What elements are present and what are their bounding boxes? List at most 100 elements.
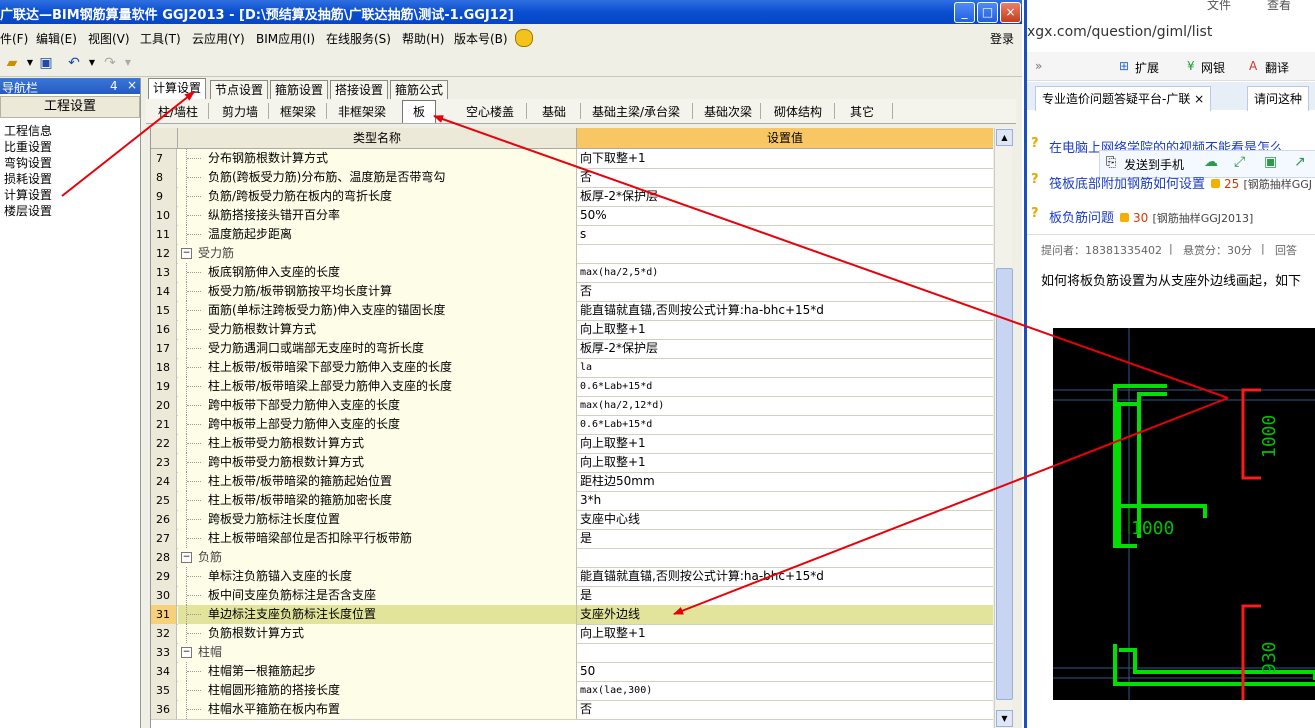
setting-value-cell[interactable]: 否 <box>577 700 993 719</box>
grid-row[interactable]: 13 板底钢筋伸入支座的长度 max(ha/2,5*d) <box>151 263 993 283</box>
collapse-icon[interactable]: − <box>181 552 192 563</box>
scroll-down-icon[interactable]: ▼ <box>996 710 1013 727</box>
setting-value-cell[interactable]: 是 <box>577 529 993 548</box>
grid-row[interactable]: 31 单边标注支座负筋标注长度位置 支座外边线 <box>151 605 993 625</box>
question-title[interactable]: 板负筋问题 <box>1049 211 1114 226</box>
menu-bim[interactable]: BIM应用(I) <box>256 30 315 47</box>
menu-version[interactable]: 版本号(B) <box>454 30 508 47</box>
setting-value-cell[interactable]: 向下取整+1 <box>577 149 993 168</box>
setting-value-cell[interactable]: 支座中心线 <box>577 510 993 529</box>
setting-value-cell[interactable]: la <box>577 358 993 377</box>
setting-name-cell[interactable]: 跨中板带下部受力筋伸入支座的长度 <box>178 396 577 415</box>
nav-item-density[interactable]: 比重设置 <box>4 138 52 155</box>
grid-row[interactable]: 26 跨板受力筋标注长度位置 支座中心线 <box>151 510 993 530</box>
browser-menu-view[interactable]: 查看 <box>1267 0 1291 13</box>
setting-name-cell[interactable]: 跨中板带受力筋根数计算方式 <box>178 453 577 472</box>
address-text[interactable]: xgx.com/question/giml/list <box>1027 24 1212 40</box>
setting-name-cell[interactable]: − 受力筋 <box>178 244 577 263</box>
subtab-hollow-floor[interactable]: 空心楼盖 <box>466 103 514 120</box>
open-folder-icon[interactable]: ▰ <box>4 55 20 71</box>
tab-lap-settings[interactable]: 搭接设置 <box>330 80 389 99</box>
setting-name-cell[interactable]: − 柱帽 <box>178 643 577 662</box>
grid-row[interactable]: 35 柱帽圆形箍筋的搭接长度 max(lae,300) <box>151 681 993 701</box>
nav-close-icon[interactable]: × <box>127 78 137 92</box>
nav-item-hook[interactable]: 弯钩设置 <box>4 154 52 171</box>
grid-row[interactable]: 36 柱帽水平箍筋在板内布置 否 <box>151 700 993 720</box>
setting-value-cell[interactable]: max(ha/2,12*d) <box>577 396 993 415</box>
subtab-other[interactable]: 其它 <box>850 103 874 120</box>
browser-menu-file[interactable]: 文件 <box>1207 0 1231 13</box>
subtab-slab[interactable]: 板 <box>402 100 437 123</box>
menu-view[interactable]: 视图(V) <box>88 30 130 47</box>
subtab-foundation-main-beam[interactable]: 基础主梁/承台梁 <box>592 103 680 120</box>
grid-row[interactable]: 19 柱上板带/板带暗梁上部受力筋伸入支座的长度 0.6*Lab+15*d <box>151 377 993 397</box>
menu-online[interactable]: 在线服务(S) <box>326 30 391 47</box>
setting-name-cell[interactable]: 柱上板带/板带暗梁下部受力筋伸入支座的长度 <box>178 358 577 377</box>
setting-value-cell[interactable]: 支座外边线 <box>577 605 993 624</box>
vertical-scrollbar[interactable]: ▲ ▼ <box>994 128 1013 728</box>
expand-icon[interactable]: ⤢ <box>1234 154 1245 170</box>
grid-row[interactable]: 25 柱上板带/板带暗梁的箍筋加密长度 3*h <box>151 491 993 511</box>
setting-value-cell[interactable]: 向上取整+1 <box>577 453 993 472</box>
setting-name-cell[interactable]: 受力筋根数计算方式 <box>178 320 577 339</box>
subtab-column[interactable]: 柱/墙柱 <box>158 103 198 120</box>
close-button[interactable]: × <box>1000 2 1021 23</box>
grid-row[interactable]: 11 温度筋起步距离 s <box>151 225 993 245</box>
extension-icon[interactable]: ⊞ <box>1119 59 1129 73</box>
menu-cloud[interactable]: 云应用(Y) <box>192 30 245 47</box>
grid-row[interactable]: 27 柱上板带暗梁部位是否扣除平行板带筋 是 <box>151 529 993 549</box>
grid-row[interactable]: 15 面筋(单标注跨板受力筋)伸入支座的锚固长度 能直锚就直锚,否则按公式计算:ha… <box>151 301 993 321</box>
address-bar[interactable]: xgx.com/question/giml/list <box>1027 24 1315 46</box>
setting-value-cell[interactable]: 向上取整+1 <box>577 624 993 643</box>
send-to-phone-button[interactable]: 发送到手机 <box>1124 156 1184 173</box>
subtab-non-frame-beam[interactable]: 非框架梁 <box>338 103 386 120</box>
grid-row[interactable]: 18 柱上板带/板带暗梁下部受力筋伸入支座的长度 la <box>151 358 993 378</box>
grid-row[interactable]: 20 跨中板带下部受力筋伸入支座的长度 max(ha/2,12*d) <box>151 396 993 416</box>
nav-item-loss[interactable]: 损耗设置 <box>4 170 52 187</box>
setting-name-cell[interactable]: 板底钢筋伸入支座的长度 <box>178 263 577 282</box>
scroll-up-icon[interactable]: ▲ <box>996 129 1013 146</box>
setting-name-cell[interactable]: 柱上板带暗梁部位是否扣除平行板带筋 <box>178 529 577 548</box>
grid-group-row[interactable]: 12− 受力筋 <box>151 244 993 264</box>
setting-name-cell[interactable]: 板受力筋/板带钢筋按平均长度计算 <box>178 282 577 301</box>
share-icon[interactable]: ↗ <box>1294 154 1306 170</box>
grid-row[interactable]: 32 负筋根数计算方式 向上取整+1 <box>151 624 993 644</box>
grid-row[interactable]: 9 负筋/跨板受力筋在板内的弯折长度 板厚-2*保护层 <box>151 187 993 207</box>
setting-name-cell[interactable]: 柱帽圆形箍筋的搭接长度 <box>178 681 577 700</box>
grid-row[interactable]: 24 柱上板带/板带暗梁的箍筋起始位置 距柱边50mm <box>151 472 993 492</box>
grid-group-row[interactable]: 28− 负筋 <box>151 548 993 568</box>
question-title[interactable]: 筏板底部附加钢筋如何设置 <box>1049 177 1205 192</box>
setting-name-cell[interactable]: 受力筋遇洞口或端部无支座时的弯折长度 <box>178 339 577 358</box>
browser-tab-active[interactable]: 专业造价问题答疑平台-广联 × <box>1035 86 1212 111</box>
translate-button[interactable]: 翻译 <box>1265 59 1289 76</box>
setting-value-cell[interactable]: 否 <box>577 282 993 301</box>
setting-name-cell[interactable]: 单边标注支座负筋标注长度位置 <box>178 605 577 624</box>
save-icon[interactable]: ▣ <box>38 55 54 71</box>
helper-face-icon[interactable] <box>515 29 533 47</box>
setting-name-cell[interactable]: 跨中板带上部受力筋伸入支座的长度 <box>178 415 577 434</box>
grid-row[interactable]: 10 纵筋搭接接头错开百分率 50% <box>151 206 993 226</box>
setting-value-cell[interactable]: max(ha/2,5*d) <box>577 263 993 282</box>
grid-row[interactable]: 17 受力筋遇洞口或端部无支座时的弯折长度 板厚-2*保护层 <box>151 339 993 359</box>
grid-group-row[interactable]: 33− 柱帽 <box>151 643 993 663</box>
more-icon[interactable]: » <box>1035 59 1042 73</box>
menu-tools[interactable]: 工具(T) <box>140 30 181 47</box>
collapse-icon[interactable]: − <box>181 647 192 658</box>
tab-stirrup-formula[interactable]: 箍筋公式 <box>390 80 449 99</box>
subtab-shear-wall[interactable]: 剪力墙 <box>222 103 258 120</box>
setting-name-cell[interactable]: 柱上板带/板带暗梁的箍筋加密长度 <box>178 491 577 510</box>
setting-value-cell[interactable]: 50 <box>577 662 993 681</box>
setting-name-cell[interactable]: 负筋根数计算方式 <box>178 624 577 643</box>
grid-row[interactable]: 23 跨中板带受力筋根数计算方式 向上取整+1 <box>151 453 993 473</box>
open-dropdown-icon[interactable]: ▼ <box>22 55 38 71</box>
save-page-icon[interactable]: ▣ <box>1264 154 1277 170</box>
setting-name-cell[interactable]: 柱上板带/板带暗梁的箍筋起始位置 <box>178 472 577 491</box>
cloud-icon[interactable]: ☁ <box>1204 154 1218 170</box>
tab-calc-settings[interactable]: 计算设置 <box>148 78 207 99</box>
maximize-button[interactable]: □ <box>977 2 998 23</box>
nav-section-header[interactable]: 工程设置 <box>0 96 140 118</box>
subtab-foundation-secondary-beam[interactable]: 基础次梁 <box>704 103 752 120</box>
setting-name-cell[interactable]: 柱帽水平箍筋在板内布置 <box>178 700 577 719</box>
extension-button[interactable]: 扩展 <box>1135 59 1159 76</box>
setting-name-cell[interactable]: 面筋(单标注跨板受力筋)伸入支座的锚固长度 <box>178 301 577 320</box>
